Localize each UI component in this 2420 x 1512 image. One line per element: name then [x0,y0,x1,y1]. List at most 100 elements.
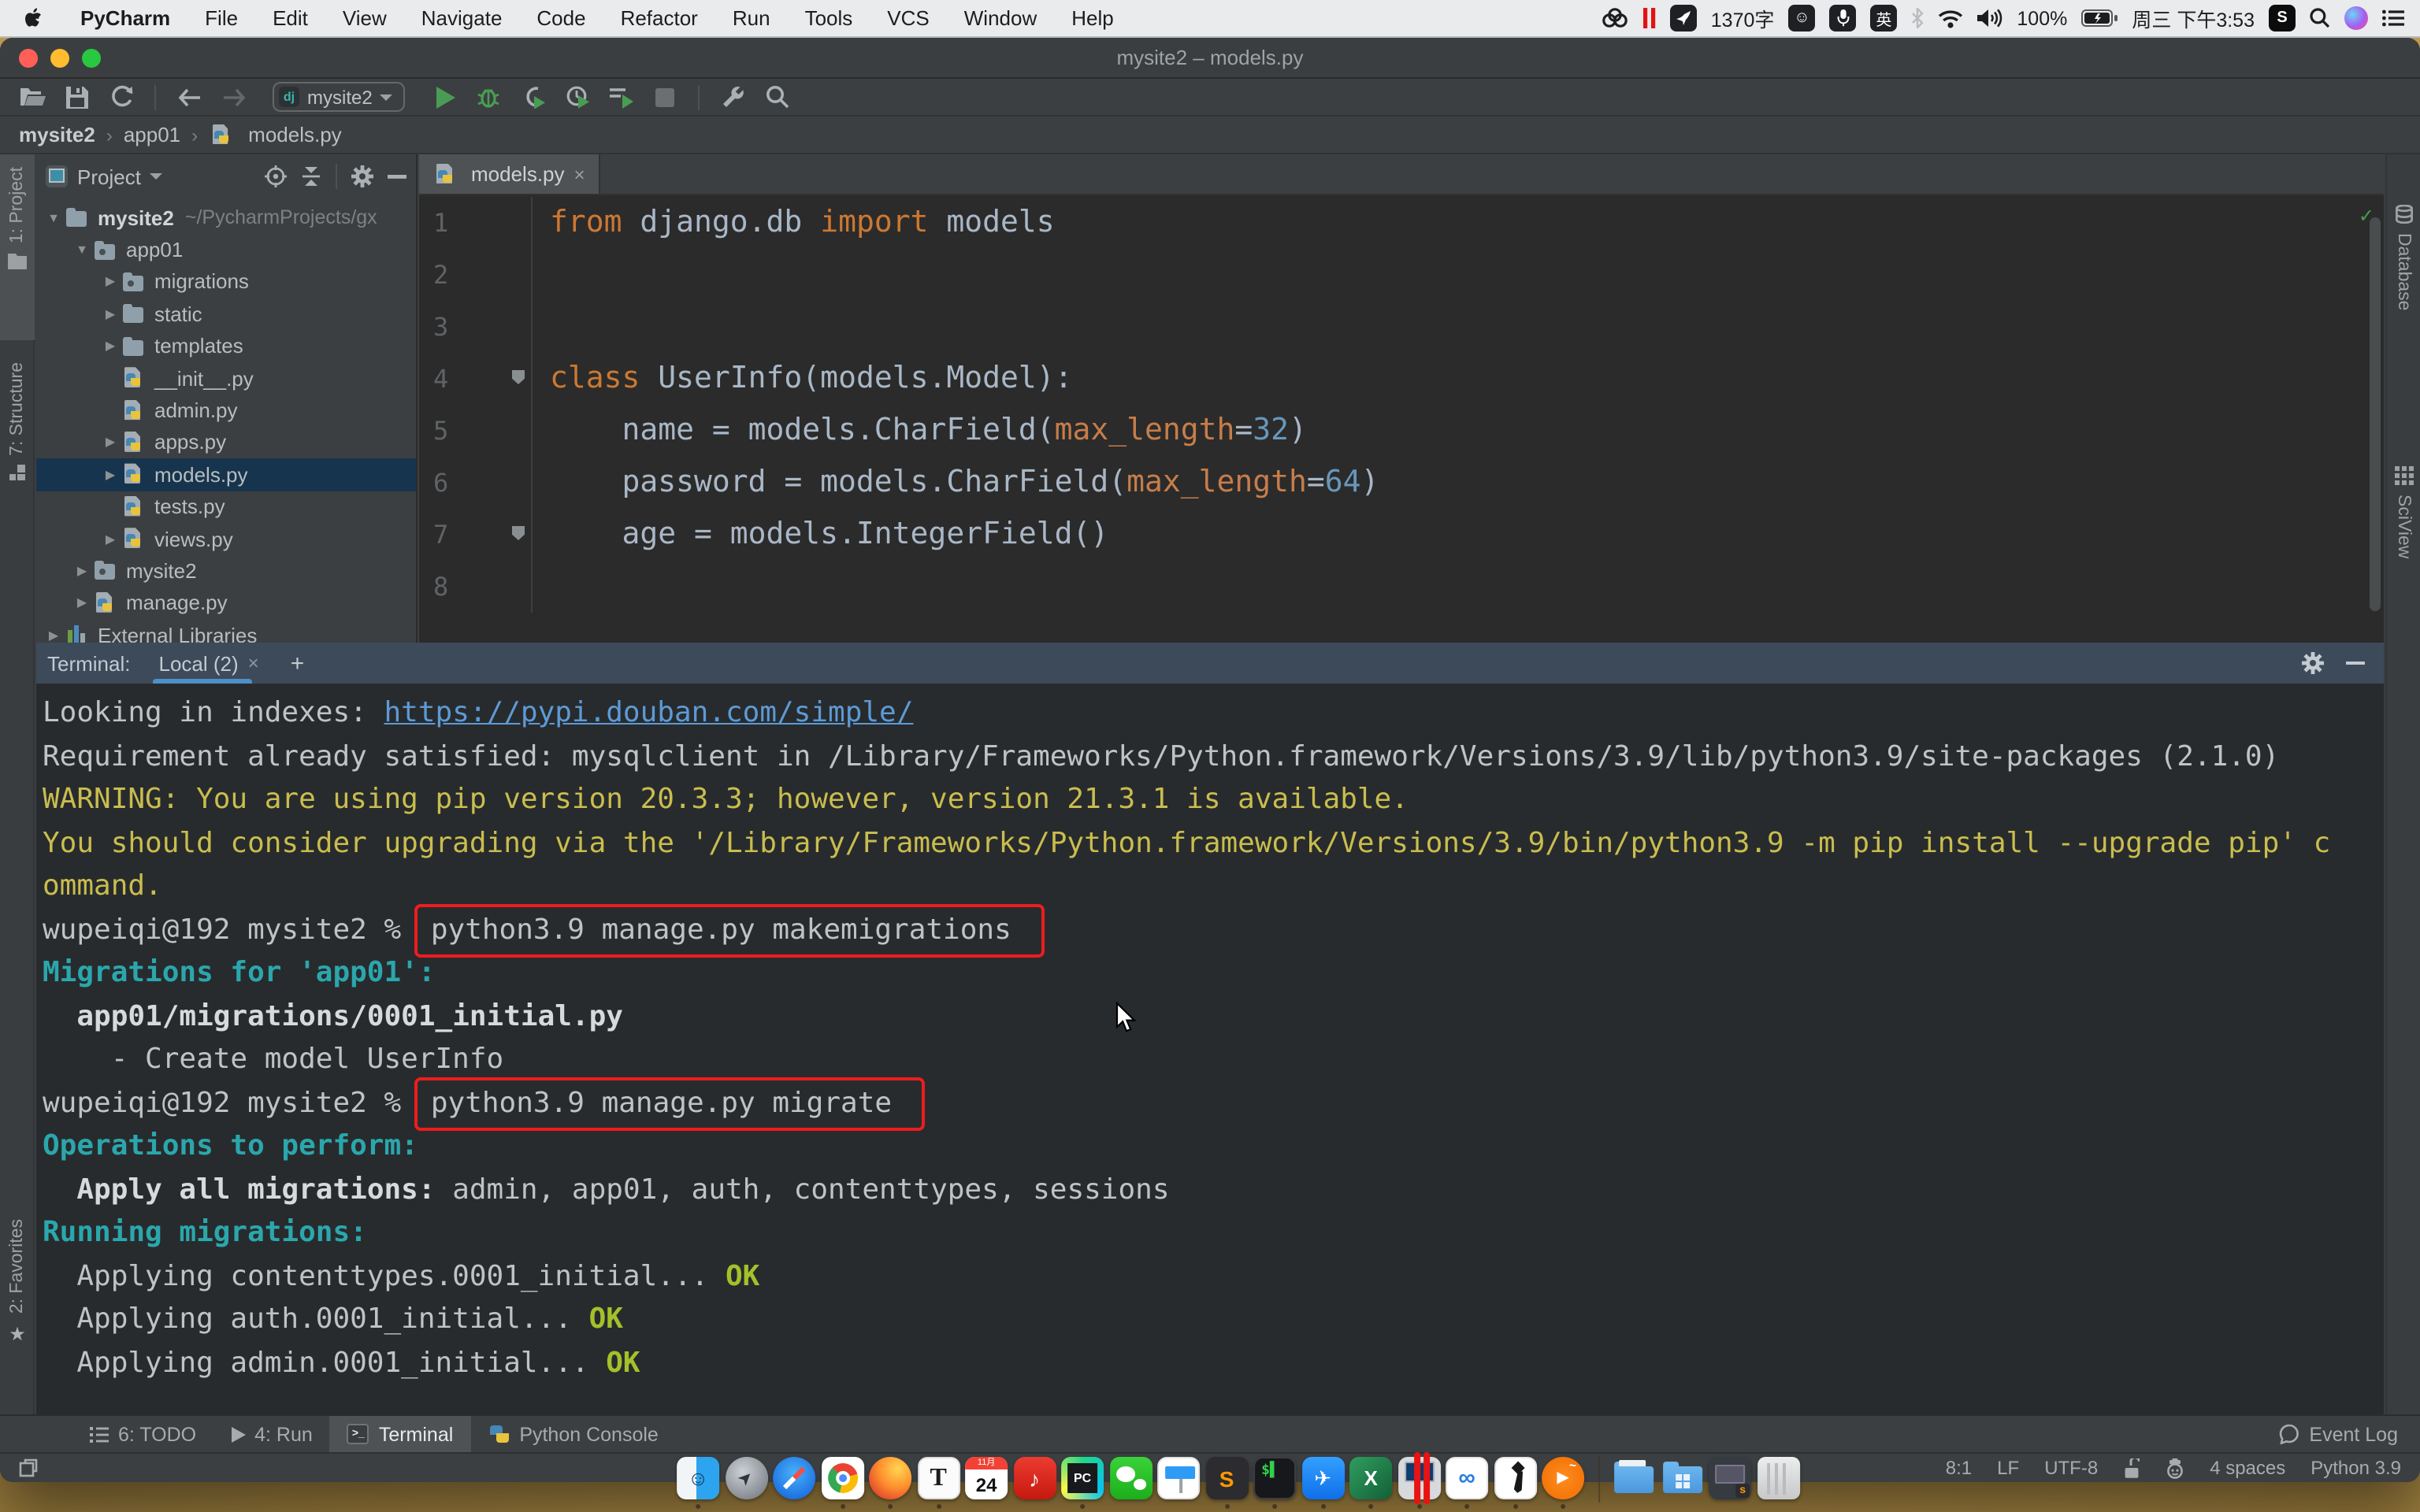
tree-expand-arrow-icon[interactable]: ▶ [99,307,121,321]
tree-expand-arrow-icon[interactable]: ▶ [71,596,93,610]
open-folder-icon[interactable] [16,81,50,113]
locate-file-icon[interactable] [265,165,287,187]
dock-icon-parallels[interactable] [1397,1457,1440,1509]
menu-item-view[interactable]: View [325,6,404,30]
dock-icon-terminal[interactable]: $▌ [1253,1457,1296,1509]
ime-language-icon[interactable]: 英 [1870,5,1897,32]
tree-item-models-py[interactable]: ▶models.py [36,458,416,491]
bluetooth-icon[interactable] [1911,8,1924,28]
run-concurrency-icon[interactable] [604,81,639,113]
menu-item-pycharm[interactable]: PyCharm [63,6,187,30]
tree-item-migrations[interactable]: ▶migrations [36,266,416,298]
tree-expand-arrow-icon[interactable]: ▶ [99,275,121,289]
menu-item-tools[interactable]: Tools [788,6,870,30]
tree-expand-arrow-icon[interactable]: ▶ [99,468,121,482]
code-with-me-icon[interactable] [2164,1458,2184,1478]
tree-item-static[interactable]: ▶static [36,298,416,330]
notification-center-icon[interactable] [2382,9,2404,27]
dock-icon-netdisk[interactable]: ∞ [1446,1457,1488,1509]
collapse-all-icon[interactable] [301,165,321,187]
dictation-mic-icon[interactable] [1829,5,1856,32]
hide-terminal-icon[interactable] [2346,662,2365,665]
sync-refresh-icon[interactable] [104,81,139,113]
menu-item-file[interactable]: File [187,6,255,30]
chevron-down-icon[interactable] [150,173,163,180]
tree-item-admin-py[interactable]: admin.py [36,395,416,427]
stripe-button-structure[interactable]: 7: Structure [0,350,35,558]
toolwindow-toggle-icon[interactable] [19,1458,38,1477]
indent-setting[interactable]: 4 spaces [2210,1457,2285,1479]
new-terminal-session-icon[interactable]: + [291,650,305,676]
toolwindow-todo[interactable]: 6: TODO [72,1416,213,1452]
emoji-input-icon[interactable]: ☺ [1788,5,1815,32]
dock-icon-keynote[interactable] [1157,1457,1200,1509]
hide-panel-icon[interactable] [388,174,406,179]
dock-icon-iqiyi[interactable]: ▶~ [1542,1457,1584,1509]
dock-icon-sublime-text[interactable]: S [1205,1457,1248,1509]
file-encoding[interactable]: UTF-8 [2044,1457,2098,1479]
stripe-button-project[interactable]: 1: Project [0,154,35,340]
code-editor[interactable]: 1from django.db import models234class Us… [419,197,2384,643]
menu-item-vcs[interactable]: VCS [870,6,946,30]
terminal-link[interactable]: https://pypi.douban.com/simple/ [384,696,914,729]
tree-expand-arrow-icon[interactable]: ▶ [99,532,121,546]
caret-position[interactable]: 8:1 [1946,1457,1972,1479]
tree-item--init-py[interactable]: __init__.py [36,362,416,395]
project-panel-title[interactable]: Project [77,165,141,188]
python-interpreter[interactable]: Python 3.9 [2311,1457,2401,1479]
dingtalk-status-icon[interactable] [1670,5,1697,32]
tree-item-mysite2[interactable]: ▶mysite2 [36,555,416,587]
breadcrumb-item-app01[interactable]: app01 [124,123,180,146]
dock-icon-netease-music[interactable]: ♪ [1013,1457,1056,1509]
wrench-settings-icon[interactable] [716,81,751,113]
menu-item-refactor[interactable]: Refactor [603,6,715,30]
siri-icon[interactable] [2344,6,2368,30]
navigate-forward-icon[interactable] [216,81,251,113]
pause-status-icon[interactable] [1643,8,1656,28]
dock-icon-chrome[interactable] [821,1457,863,1509]
close-terminal-tab-icon[interactable]: × [248,652,259,674]
dock-icon-tie-app[interactable] [1494,1457,1536,1509]
toolwindow-run[interactable]: 4: Run [213,1416,330,1452]
line-number[interactable]: 3 [419,301,533,353]
run-button[interactable] [428,81,462,113]
tree-item-templates[interactable]: ▶templates [36,330,416,362]
battery-icon[interactable] [2081,9,2118,27]
menu-item-code[interactable]: Code [519,6,603,30]
tree-expand-arrow-icon[interactable]: ▶ [99,339,121,354]
navigate-back-icon[interactable] [172,81,206,113]
dock-icon-pycharm[interactable]: PC [1061,1457,1104,1509]
tree-item-apps-py[interactable]: ▶apps.py [36,426,416,458]
stripe-button-favorites[interactable]: 2: Favorites ★ [0,1206,35,1405]
tree-item-views-py[interactable]: ▶views.py [36,523,416,555]
dock-icon-projects-folder[interactable]: s [1709,1457,1751,1509]
breadcrumb-item-mysite2[interactable]: mysite2 [19,123,95,146]
dock-icon-dingtalk[interactable]: ✈ [1301,1457,1344,1509]
menu-item-edit[interactable]: Edit [255,6,325,30]
line-number[interactable]: 8 [419,561,533,613]
dock-icon-launchpad[interactable]: ➤ [725,1457,767,1509]
dock-icon-typora[interactable]: T [917,1457,959,1509]
dock-icon-safari[interactable] [773,1457,815,1509]
clock-status[interactable]: 周三 下午3:53 [2132,3,2255,33]
tree-expand-arrow-icon[interactable]: ▶ [71,564,93,578]
tree-item-external-libraries[interactable]: ▶External Libraries [36,619,416,643]
stripe-button-database[interactable]: Database [2387,192,2420,428]
tree-expand-arrow-icon[interactable]: ▶ [99,435,121,450]
dock-icon-excel[interactable]: X [1349,1457,1392,1509]
spotlight-search-icon[interactable] [2310,8,2330,28]
wifi-icon[interactable] [1938,9,1963,28]
profiler-icon[interactable] [560,81,595,113]
editor-scrollbar[interactable] [2370,217,2381,611]
event-log-button[interactable]: Event Log [2277,1423,2420,1445]
dock-icon-calendar[interactable]: 11月24 [965,1457,1008,1509]
terminal-tab-local[interactable]: Local (2) × [143,643,275,684]
tree-item-manage-py[interactable]: ▶manage.py [36,587,416,619]
terminal-output[interactable]: Looking in indexes: https://pypi.douban.… [36,684,2384,1414]
tree-item-tests-py[interactable]: tests.py [36,491,416,523]
debug-button[interactable] [472,81,507,113]
menu-item-window[interactable]: Window [947,6,1055,30]
line-number[interactable]: 7 [419,509,533,561]
terminal-settings-gear-icon[interactable] [2302,652,2324,674]
menu-item-run[interactable]: Run [715,6,788,30]
